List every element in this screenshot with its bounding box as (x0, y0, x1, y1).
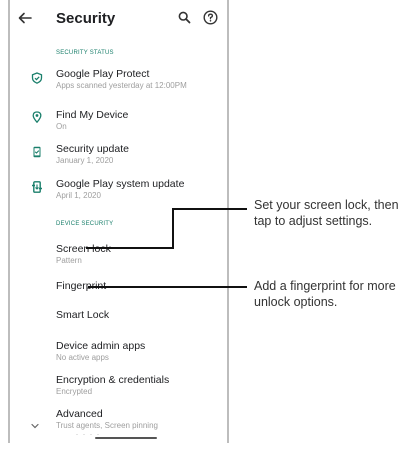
fingerprint-leader (88, 286, 247, 288)
list-item-label: Security update (56, 143, 129, 155)
list-item-label: Google Play Protect (56, 68, 150, 80)
screen-lock-leader-vertical (172, 209, 174, 249)
callout-fingerprint-line2: unlock options. (254, 295, 338, 309)
app-bar: Security (10, 0, 227, 38)
arrow-back-icon[interactable] (17, 10, 33, 26)
list-item-summary: January 1, 2020 (56, 156, 114, 165)
phone-screen: Security SECURITY STATUS Google Play Pro… (8, 0, 229, 443)
list-item-label: Device admin apps (56, 340, 146, 352)
callout-screen-lock-line1: Set your screen lock, then (254, 198, 399, 212)
list-item-summary: On (56, 122, 67, 131)
list-item-summary: April 1, 2020 (56, 191, 101, 200)
system-update-icon (32, 181, 42, 193)
list-item-label: Google Play system update (56, 178, 185, 190)
list-item-label: Advanced (56, 408, 103, 420)
phone-check-icon (33, 146, 41, 158)
list-item-label: Smart Lock (56, 309, 110, 321)
shield-check-icon (31, 72, 43, 84)
screen-lock-leader-horizontal (86, 247, 174, 249)
list-item-label: Encryption & credentials (56, 374, 170, 386)
callout-screen-lock-line2: tap to adjust settings. (254, 214, 373, 228)
page-title: Security (56, 10, 116, 27)
list-item-summary: Encrypted (56, 387, 93, 396)
callout-fingerprint-line1: Add a fingerprint for more (254, 279, 396, 293)
section-header-security-status: SECURITY STATUS (56, 50, 114, 56)
callout-screen-lock: Set your screen lock, then tap to adjust… (254, 197, 399, 229)
location-pin-icon (32, 111, 42, 123)
list-item-summary: Apps scanned yesterday at 12:00PM (56, 81, 187, 90)
search-icon[interactable] (178, 11, 191, 24)
gesture-nav-bar[interactable] (95, 437, 157, 439)
screen-lock-leader-top (172, 208, 247, 210)
list-item-label: Find My Device (56, 109, 129, 121)
list-item-summary: No active apps (56, 353, 109, 362)
chevron-down-icon[interactable] (30, 421, 40, 431)
callout-fingerprint: Add a fingerprint for more unlock option… (254, 278, 396, 310)
list-item-label: Screen lock (56, 243, 111, 255)
section-header-device-security: DEVICE SECURITY (56, 221, 114, 227)
help-icon[interactable] (203, 10, 218, 25)
list-item-summary: Pattern (56, 256, 82, 265)
list-item-summary: Trust agents, Screen pinning (56, 421, 158, 430)
